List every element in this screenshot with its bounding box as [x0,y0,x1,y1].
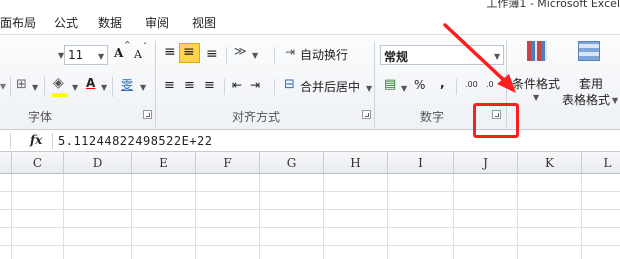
percent-style-button[interactable]: % [414,78,425,92]
column-header-h[interactable]: H [324,152,388,174]
column-header-e[interactable]: E [132,152,196,174]
formula-bar: fx 5.11244822498522E+22 [0,130,620,152]
format-as-table-line2[interactable]: 表格格式 [562,91,610,108]
fill-color-dropdown-icon[interactable]: ▼ [72,83,78,92]
increase-indent-icon[interactable]: ⇥ [250,78,260,92]
increase-decimal-button[interactable]: .00 [465,80,478,89]
align-middle-icon: ≡ [183,44,195,60]
column-header-f[interactable]: F [196,152,260,174]
format-as-table-dropdown-icon[interactable]: ▼ [612,96,618,105]
underline-dropdown-icon[interactable]: ▾ [0,79,6,93]
insert-function-button[interactable]: fx [30,133,42,147]
row-header-corner[interactable] [0,152,12,174]
column-header-d[interactable]: D [64,152,132,174]
align-right-icon[interactable]: ≡ [204,78,215,93]
tab-review[interactable]: 审阅 [145,14,169,31]
font-size-value: 11 [68,48,84,62]
format-as-table-icon[interactable] [578,41,600,61]
conditional-formatting-icon[interactable] [527,41,547,61]
border-dropdown-icon[interactable]: ▼ [32,83,38,92]
font-color-button[interactable]: A [86,76,95,90]
grow-font-caret-icon: ^ [124,40,131,49]
formula-input[interactable]: 5.11244822498522E+22 [58,134,213,148]
highlight-box [473,103,519,138]
align-top-icon[interactable]: ≡ [164,44,176,60]
number-format-value: 常规 [384,50,409,64]
font-color-dropdown-icon[interactable]: ▼ [101,83,107,92]
fill-color-icon[interactable]: ◈ [53,75,64,91]
column-headers: C D E F G H I J K L [0,152,620,174]
wrap-text-button[interactable]: 自动换行 [300,46,348,63]
number-format-dropdown-icon: ▼ [494,52,501,61]
align-bottom-icon[interactable]: ≡ [206,46,218,62]
font-group-label: 字体 [28,110,53,124]
decrease-indent-icon[interactable]: ⇤ [232,78,242,92]
font-dialog-launcher-icon[interactable] [143,110,152,119]
align-left-icon[interactable]: ≡ [164,78,175,93]
phonetic-button[interactable]: 雯 [121,76,133,93]
ribbon-tabs: 面布局 公式 数据 审阅 视图 [0,8,620,34]
font-size-dropdown-icon: ▼ [98,52,105,61]
merge-center-dropdown-icon[interactable]: ▼ [366,84,372,93]
tab-page-layout[interactable]: 面布局 [0,14,36,31]
shrink-font-button[interactable]: A [134,48,142,61]
column-header-k[interactable]: K [518,152,582,174]
phonetic-dropdown-icon[interactable]: ▼ [140,83,146,92]
font-size-box[interactable]: 11 ▼ [64,45,108,65]
orientation-button[interactable]: ≫ [234,44,247,58]
format-as-table-line1[interactable]: 套用 [579,75,603,92]
comma-style-button[interactable]: , [440,76,445,90]
align-center-icon[interactable]: ≡ [184,78,195,93]
shrink-font-caret-icon: ˇ [143,42,147,51]
accounting-format-icon[interactable]: ▤ [384,77,396,92]
column-header-j[interactable]: J [454,152,518,174]
conditional-formatting-button[interactable]: 条件格式 [512,75,560,92]
column-header-l[interactable]: L [582,152,620,174]
tab-data[interactable]: 数据 [98,14,122,31]
number-format-box[interactable]: 常规 ▼ [380,45,504,65]
tab-formulas[interactable]: 公式 [54,14,78,31]
cell-grid[interactable] [0,174,620,259]
column-header-g[interactable]: G [260,152,324,174]
accounting-dropdown-icon[interactable]: ▼ [401,84,407,93]
merge-center-icon: ⊟ [284,77,295,92]
grow-font-button[interactable]: A [114,46,123,60]
alignment-group-label: 对齐方式 [232,110,281,124]
conditional-formatting-dropdown-icon[interactable]: ▼ [533,93,539,102]
number-group-label: 数字 [420,110,445,124]
column-header-i[interactable]: I [388,152,454,174]
merge-center-button[interactable]: 合并后居中 [300,78,360,95]
title-bar: 工作簿1 - Microsoft Excel [0,0,620,10]
border-icon[interactable]: ⊞ [16,77,27,92]
decrease-decimal-button[interactable]: .0 [486,80,494,89]
fill-color-swatch [52,93,68,97]
orientation-dropdown-icon[interactable]: ▼ [252,51,258,60]
wrap-text-icon: ⇥ [285,45,296,59]
column-header-c[interactable]: C [12,152,64,174]
tab-view[interactable]: 视图 [192,14,216,31]
alignment-dialog-launcher-icon[interactable] [362,110,371,119]
ribbon: ▼ 11 ▼ A ^ A ˇ ▾ ⊞ ▼ ◈ ▼ A ▼ 雯 ▼ 字体 ≡ ≡ … [0,34,620,130]
